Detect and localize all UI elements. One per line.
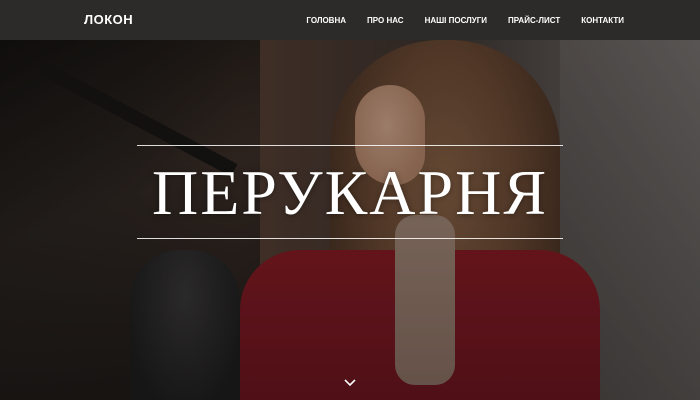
- title-divider-bottom: [137, 238, 563, 239]
- nav-item-home[interactable]: ГОЛОВНА: [306, 16, 346, 25]
- chevron-down-icon[interactable]: [343, 376, 357, 388]
- nav-item-about[interactable]: ПРО НАС: [367, 16, 404, 25]
- chevron-down-icon-svg: [344, 379, 356, 387]
- title-divider-top: [137, 145, 563, 146]
- nav-item-price-list[interactable]: ПРАЙС-ЛИСТ: [508, 16, 560, 25]
- nav-item-services[interactable]: НАШІ ПОСЛУГИ: [425, 16, 487, 25]
- nav-item-contacts[interactable]: КОНТАКТИ: [581, 16, 624, 25]
- main-nav: ГОЛОВНА ПРО НАС НАШІ ПОСЛУГИ ПРАЙС-ЛИСТ …: [285, 0, 624, 40]
- hero-title: ПЕРУКАРНЯ: [151, 157, 549, 228]
- navbar: ЛОКОН ГОЛОВНА ПРО НАС НАШІ ПОСЛУГИ ПРАЙС…: [0, 0, 700, 40]
- page: ЛОКОН ГОЛОВНА ПРО НАС НАШІ ПОСЛУГИ ПРАЙС…: [0, 0, 700, 400]
- brand-logo[interactable]: ЛОКОН: [84, 12, 133, 27]
